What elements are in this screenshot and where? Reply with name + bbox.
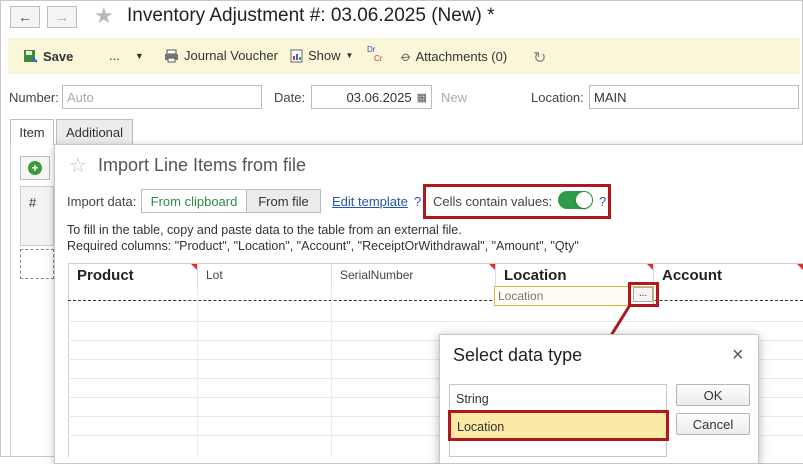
edit-template-link[interactable]: Edit template: [332, 194, 408, 209]
location-label: Location:: [531, 90, 584, 105]
column-label: Account: [662, 266, 722, 284]
toggle-knob: [576, 192, 592, 208]
favorite-star-icon[interactable]: ★: [94, 5, 114, 27]
journal-voucher-button[interactable]: Journal Voucher: [164, 48, 278, 63]
active-row-line: [68, 300, 803, 301]
forward-button[interactable]: →: [47, 6, 77, 28]
new-status: New: [441, 90, 468, 105]
save-icon: [24, 50, 38, 63]
cr-label: Cr: [374, 54, 383, 63]
option-label: Location: [457, 420, 505, 434]
back-button[interactable]: ←: [10, 6, 40, 28]
cells-contain-values-toggle[interactable]: [558, 191, 593, 209]
select-dialog-title: Select data type: [453, 345, 583, 365]
instruction-text: To fill in the table, copy and paste dat…: [67, 223, 462, 237]
add-row-button[interactable]: +: [20, 156, 50, 180]
data-type-option-location[interactable]: Location: [448, 410, 669, 441]
active-cell-value: Location: [498, 289, 544, 303]
help-icon[interactable]: ?: [599, 194, 606, 209]
date-value: 03.06.2025: [346, 89, 412, 105]
more-label: ...: [109, 48, 120, 63]
dr-label: Dr: [367, 45, 376, 54]
import-dialog-title: Import Line Items from file: [98, 155, 307, 175]
row-number-header: #: [29, 195, 37, 210]
column-header-account[interactable]: Account: [654, 264, 803, 286]
calendar-icon[interactable]: ▦: [417, 91, 427, 104]
report-icon: [290, 49, 303, 62]
table-row[interactable]: [20, 249, 54, 279]
date-field[interactable]: 03.06.2025 ▦: [311, 85, 432, 109]
cancel-button[interactable]: Cancel: [676, 413, 750, 435]
dropdown-arrow-icon: ▼: [345, 51, 354, 60]
help-icon[interactable]: ?: [414, 194, 421, 209]
location-field[interactable]: MAIN: [589, 85, 799, 109]
dr-cr-button[interactable]: Dr Cr: [367, 45, 387, 67]
column-label: Product: [77, 266, 134, 284]
attachments-label: Attachments (0): [415, 49, 508, 64]
date-label: Date:: [274, 90, 306, 105]
column-header-serialnumber[interactable]: SerialNumber: [332, 264, 496, 286]
number-field[interactable]: Auto: [62, 85, 262, 109]
from-file-button[interactable]: From file: [246, 189, 321, 213]
forward-arrow-icon: →: [55, 9, 69, 25]
more-actions-button[interactable]: ... ▼: [109, 48, 144, 63]
table-header-cell: #: [20, 186, 54, 246]
add-icon: +: [28, 161, 42, 175]
show-button[interactable]: Show ▼: [290, 48, 353, 63]
tab-additional[interactable]: Additional: [56, 119, 133, 145]
grid-line: [68, 321, 803, 322]
column-label: Location: [504, 266, 567, 284]
ok-button[interactable]: OK: [676, 384, 750, 406]
column-label: SerialNumber: [340, 268, 414, 282]
window-title: Inventory Adjustment #: 03.06.2025 (New)…: [127, 5, 495, 26]
back-arrow-icon: ←: [18, 9, 32, 25]
number-label: Number:: [9, 90, 59, 105]
column-label: Lot: [206, 268, 223, 282]
save-label: Save: [43, 48, 74, 64]
journal-voucher-label: Journal Voucher: [184, 48, 278, 63]
tab-item[interactable]: Item: [10, 119, 54, 145]
close-icon[interactable]: ×: [732, 344, 744, 367]
grid-line: [331, 286, 332, 457]
data-type-option-string[interactable]: String: [456, 392, 489, 406]
required-columns-text: Required columns: "Product", "Location",…: [67, 239, 579, 253]
import-data-label: Import data:: [67, 194, 137, 209]
favorite-star-icon[interactable]: ☆: [69, 153, 87, 178]
from-clipboard-button[interactable]: From clipboard: [141, 189, 247, 213]
attachments-button[interactable]: ⌀ Attachments (0): [398, 47, 508, 65]
dropdown-arrow-icon: ▼: [134, 50, 144, 61]
cells-contain-values-label: Cells contain values:: [433, 194, 553, 209]
refresh-icon[interactable]: ↻: [533, 48, 546, 68]
save-button[interactable]: Save: [22, 48, 73, 64]
column-header-product[interactable]: Product: [69, 264, 198, 286]
column-header-lot[interactable]: Lot: [198, 264, 332, 286]
show-label: Show: [308, 48, 341, 63]
grid-line: [197, 286, 198, 457]
printer-icon: [165, 49, 178, 62]
